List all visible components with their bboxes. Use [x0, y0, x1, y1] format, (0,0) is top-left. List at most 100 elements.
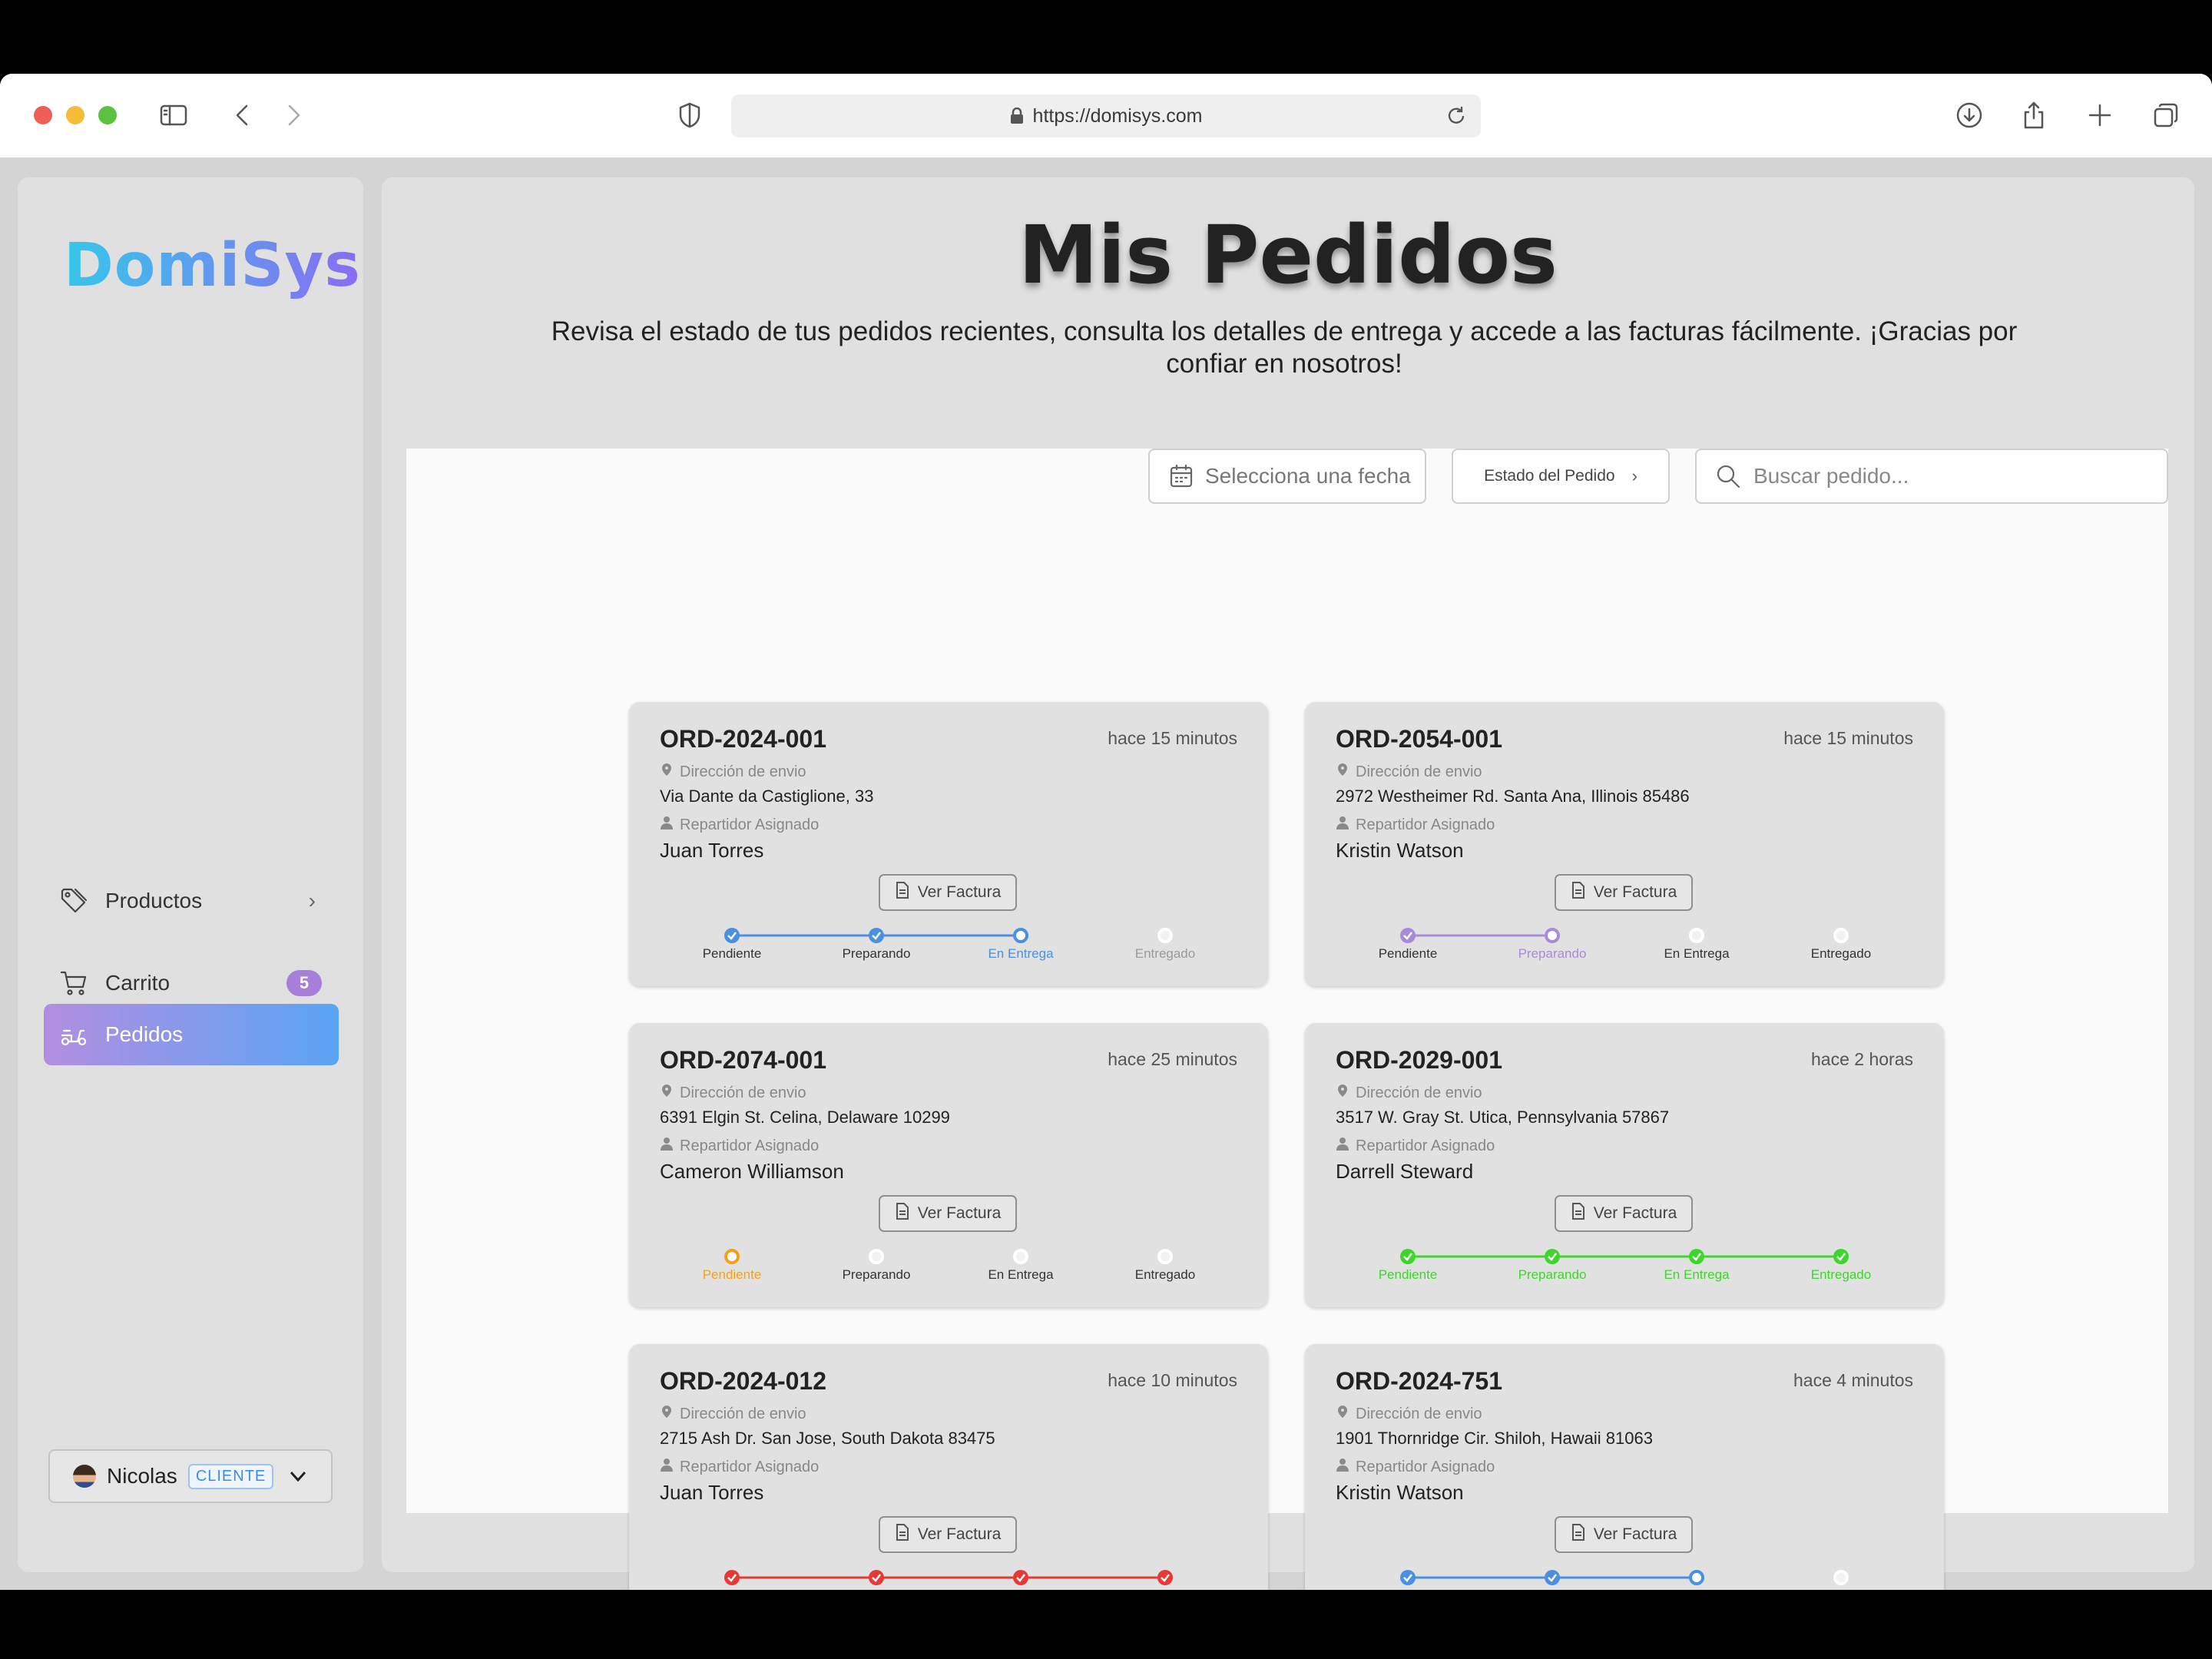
close-window-button[interactable]: [34, 106, 52, 124]
order-progress-tracker: [724, 1570, 1173, 1585]
step-label: Pendiente: [1378, 946, 1438, 961]
search-placeholder: Buscar pedido...: [1753, 464, 1909, 488]
sidebar-toggle-icon[interactable]: [155, 97, 192, 134]
step-completed-check-icon: [1833, 1249, 1849, 1264]
step-label: Pendiente: [1378, 1267, 1438, 1282]
step-pending-icon: [869, 1249, 884, 1264]
app-logo[interactable]: DomiSys: [64, 231, 361, 300]
page-title: Mis Pedidos: [1018, 208, 1558, 302]
step-completed-check-icon: [1013, 1570, 1028, 1585]
cart-count-badge: 5: [286, 970, 322, 996]
step-completed-check-icon: [869, 928, 884, 943]
date-filter-placeholder: Selecciona una fecha: [1205, 464, 1411, 488]
download-icon[interactable]: [1951, 97, 1988, 134]
tabs-overview-icon[interactable]: [2147, 97, 2184, 134]
step-label: Preparando: [842, 946, 911, 961]
step-label: Entregado: [1780, 1588, 1902, 1590]
chevron-right-icon: ›: [1631, 466, 1637, 485]
step-completed-check-icon: [1400, 928, 1416, 943]
status-filter-label: Estado del Pedido: [1484, 467, 1615, 485]
order-progress-tracker: [1400, 928, 1849, 943]
order-card[interactable]: ORD-2054-001 hace 15 minutos Dirección d…: [1305, 702, 1944, 986]
step-completed-check-icon: [869, 1570, 884, 1585]
step-label: Pendiente: [702, 1267, 762, 1282]
step-pending-icon: [1833, 928, 1849, 943]
user-menu[interactable]: Nicolas CLIENTE: [48, 1449, 333, 1503]
step-label: Entregado: [1134, 946, 1196, 961]
main-panel: Mis Pedidos Revisa el estado de tus pedi…: [382, 177, 2194, 1590]
lock-icon: [1010, 108, 1023, 124]
chevron-right-icon: ›: [308, 889, 316, 912]
new-tab-icon[interactable]: [2081, 97, 2118, 134]
share-icon[interactable]: [2015, 97, 2052, 134]
role-badge: CLIENTE: [187, 1463, 274, 1489]
step-label: Preparando: [1518, 1267, 1587, 1282]
step-label: Preparando: [815, 1588, 938, 1590]
step-completed-check-icon: [724, 1570, 740, 1585]
order-card[interactable]: ORD-2024-012 hace 10 minutos Dirección d…: [629, 1344, 1268, 1590]
order-card[interactable]: ORD-2024-751 hace 4 minutos Dirección de…: [1305, 1344, 1944, 1590]
step-completed-check-icon: [1400, 1570, 1416, 1585]
address-bar[interactable]: https://domisys.com: [731, 94, 1481, 137]
forward-icon[interactable]: [275, 97, 312, 134]
back-icon[interactable]: [224, 97, 261, 134]
step-label: Entregado: [1810, 1267, 1872, 1282]
order-progress-tracker: [1400, 1570, 1849, 1585]
search-input[interactable]: Buscar pedido...: [1695, 449, 2168, 504]
step-pending-icon: [1013, 1249, 1028, 1264]
date-filter[interactable]: Selecciona una fecha: [1148, 449, 1426, 504]
url-text: https://domisys.com: [1032, 104, 1203, 127]
step-current-icon: [1545, 928, 1560, 943]
order-card[interactable]: ORD-2024-001 hace 15 minutos Dirección d…: [629, 702, 1268, 986]
step-label: Preparando: [1491, 1588, 1614, 1590]
sidebar-item-label: Productos: [105, 889, 203, 912]
order-progress-tracker: [724, 1249, 1173, 1264]
maximize-window-button[interactable]: [98, 106, 117, 124]
sidebar-item-label: Pedidos: [105, 1022, 184, 1046]
step-label: En Entrega: [1664, 946, 1730, 961]
step-completed-check-icon: [1545, 1570, 1560, 1585]
step-label: Preparando: [842, 1267, 911, 1282]
step-label: Cancelado: [1104, 1588, 1227, 1590]
search-icon: [1717, 465, 1740, 488]
calendar-icon: [1170, 464, 1193, 488]
order-card[interactable]: ORD-2029-001 hace 2 horas Dirección de e…: [1305, 1023, 1944, 1307]
step-label: Entregado: [1134, 1267, 1196, 1282]
step-label: Entregado: [1810, 946, 1872, 961]
step-label: En Entrega: [1635, 1588, 1758, 1590]
step-label: Pendiente: [702, 946, 762, 961]
step-label: Pendiente: [1346, 1588, 1469, 1590]
step-label: En Entrega: [988, 1267, 1054, 1282]
sidebar: DomiSys Productos › Carrito 5 Pedidos Ni…: [18, 177, 363, 1572]
browser-titlebar: https://domisys.com: [0, 74, 2212, 158]
step-completed-check-icon: [1689, 1249, 1704, 1264]
step-completed-check-icon: [1157, 1570, 1173, 1585]
scooter-icon: [61, 1029, 87, 1046]
order-card[interactable]: ORD-2074-001 hace 25 minutos Dirección d…: [629, 1023, 1268, 1307]
status-filter-button[interactable]: Estado del Pedido ›: [1452, 449, 1670, 504]
user-name: Nicolas: [107, 1464, 177, 1488]
browser-window: https://domisys.com DomiSys Productos › …: [0, 74, 2212, 1590]
step-label: En Entrega: [988, 946, 1054, 961]
step-pending-icon: [1157, 1249, 1173, 1264]
sidebar-item-label: Carrito: [105, 971, 171, 995]
chevron-down-icon: [290, 1471, 306, 1482]
step-completed-check-icon: [1545, 1249, 1560, 1264]
cart-icon: [60, 971, 87, 995]
step-completed-check-icon: [1400, 1249, 1416, 1264]
orders-content: Selecciona una fecha Estado del Pedido ›…: [406, 449, 2168, 1590]
minimize-window-button[interactable]: [66, 106, 84, 124]
reload-icon[interactable]: [1444, 104, 1469, 128]
step-label: En Entrega: [959, 1588, 1082, 1590]
step-label: Preparando: [1518, 946, 1587, 961]
step-completed-check-icon: [724, 928, 740, 943]
sidebar-item-productos[interactable]: Productos ›: [44, 870, 339, 932]
step-pending-icon: [1689, 928, 1704, 943]
sidebar-item-pedidos[interactable]: Pedidos: [44, 1004, 339, 1065]
tag-icon: [61, 888, 88, 913]
shield-icon[interactable]: [671, 97, 708, 134]
step-pending-icon: [1157, 928, 1173, 943]
step-label: Pendiente: [671, 1588, 793, 1590]
step-current-icon: [1013, 928, 1028, 943]
step-pending-icon: [1833, 1570, 1849, 1585]
